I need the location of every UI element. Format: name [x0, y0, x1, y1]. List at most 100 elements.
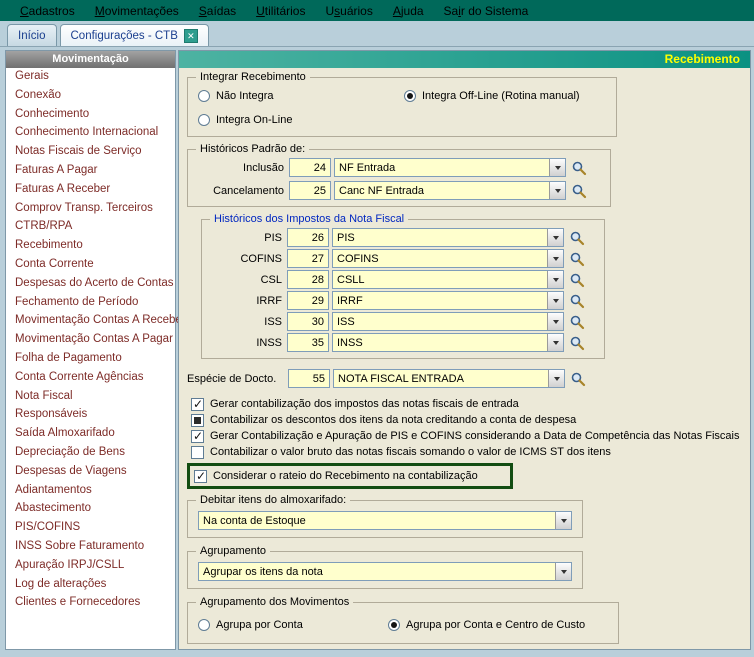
radio-agrupa-por-conta[interactable]: Agrupa por Conta: [198, 619, 388, 631]
search-icon[interactable]: [569, 230, 585, 246]
chevron-down-icon[interactable]: [549, 182, 565, 199]
sidebar-item-abastecimento[interactable]: Abastecimento: [6, 500, 175, 519]
radio-icon: [198, 114, 210, 126]
sidebar-item-ctrb-rpa[interactable]: CTRB/RPA: [6, 218, 175, 237]
csl-combo[interactable]: CSLL: [332, 270, 564, 289]
search-icon[interactable]: [569, 272, 585, 288]
especie-code-field[interactable]: 55: [288, 369, 330, 388]
checkbox-label: Gerar contabilização dos impostos das no…: [210, 398, 519, 410]
agrupamento-combo[interactable]: Agrupar os itens da nota: [198, 562, 572, 581]
field-label: ISS: [264, 315, 282, 328]
sidebar-item-gerais[interactable]: Gerais: [6, 68, 175, 87]
checkbox-icon: [191, 397, 204, 411]
sidebar-item-notas-fiscais-servico[interactable]: Notas Fiscais de Serviço: [6, 143, 175, 162]
menu-saidas[interactable]: Saídas: [189, 2, 246, 20]
checkbox-rateio-recebimento[interactable]: Considerar o rateio do Recebimento na co…: [194, 468, 506, 484]
search-icon[interactable]: [571, 183, 587, 199]
chevron-down-icon[interactable]: [555, 512, 571, 529]
pis-code-field[interactable]: 26: [287, 228, 329, 247]
inss-code-field[interactable]: 35: [287, 333, 329, 352]
field-label: Cancelamento: [213, 184, 284, 197]
sidebar-item-despesas-viagens[interactable]: Despesas de Viagens: [6, 463, 175, 482]
radio-agrupa-conta-centro-custo[interactable]: Agrupa por Conta e Centro de Custo: [388, 619, 585, 631]
menu-bar: Cadastros Movimentações Saídas Utilitári…: [0, 0, 754, 21]
radio-integra-offline[interactable]: Integra Off-Line (Rotina manual): [404, 90, 580, 102]
menu-sair-do-sistema[interactable]: Sair do Sistema: [434, 2, 539, 20]
sidebar-item-faturas-a-receber[interactable]: Faturas A Receber: [6, 181, 175, 200]
search-icon[interactable]: [570, 371, 586, 387]
checkbox-contabilizar-descontos[interactable]: Contabilizar os descontos dos itens da n…: [191, 412, 742, 428]
combo-value: CSLL: [337, 273, 365, 286]
iss-combo[interactable]: ISS: [332, 312, 564, 331]
chevron-down-icon[interactable]: [547, 334, 563, 351]
field-row-especie: Espécie de Docto. 55 NOTA FISCAL ENTRADA: [187, 369, 742, 388]
sidebar-item-clientes-fornecedores[interactable]: Clientes e Fornecedores: [6, 594, 175, 613]
sidebar-item-recebimento[interactable]: Recebimento: [6, 237, 175, 256]
sidebar-item-apuracao-irpj-csll[interactable]: Apuração IRPJ/CSLL: [6, 557, 175, 576]
inclusao-combo[interactable]: NF Entrada: [334, 158, 566, 177]
cofins-code-field[interactable]: 27: [287, 249, 329, 268]
debitar-combo[interactable]: Na conta de Estoque: [198, 511, 572, 530]
sidebar-item-nota-fiscal[interactable]: Nota Fiscal: [6, 388, 175, 407]
checkbox-pis-cofins-competencia[interactable]: Gerar Contabilização e Apuração de PIS e…: [191, 428, 742, 444]
inss-combo[interactable]: INSS: [332, 333, 564, 352]
search-icon[interactable]: [569, 293, 585, 309]
radio-nao-integra[interactable]: Não Integra: [198, 90, 404, 102]
sidebar-item-depreciacao-bens[interactable]: Depreciação de Bens: [6, 444, 175, 463]
chevron-down-icon[interactable]: [547, 250, 563, 267]
group-debitar-almoxarifado: Debitar itens do almoxarifado: Na conta …: [187, 494, 583, 538]
chevron-down-icon[interactable]: [547, 229, 563, 246]
sidebar-item-conta-corrente-agencias[interactable]: Conta Corrente Agências: [6, 369, 175, 388]
menu-ajuda[interactable]: Ajuda: [383, 2, 434, 20]
tab-configuracoes-ctb[interactable]: Configurações - CTB ✕: [59, 24, 209, 46]
combo-value: NF Entrada: [339, 161, 396, 174]
inclusao-code-field[interactable]: 24: [289, 158, 331, 177]
search-icon[interactable]: [569, 314, 585, 330]
chevron-down-icon[interactable]: [555, 563, 571, 580]
close-tab-icon[interactable]: ✕: [183, 28, 198, 43]
menu-utilitarios[interactable]: Utilitários: [246, 2, 315, 20]
sidebar-item-faturas-a-pagar[interactable]: Faturas A Pagar: [6, 162, 175, 181]
cancelamento-combo[interactable]: Canc NF Entrada: [334, 181, 566, 200]
search-icon[interactable]: [569, 335, 585, 351]
sidebar-item-conexao[interactable]: Conexão: [6, 87, 175, 106]
sidebar-item-fechamento-periodo[interactable]: Fechamento de Período: [6, 294, 175, 313]
chevron-down-icon[interactable]: [547, 313, 563, 330]
group-title: Integrar Recebimento: [196, 71, 310, 83]
chevron-down-icon[interactable]: [548, 370, 564, 387]
iss-code-field[interactable]: 30: [287, 312, 329, 331]
sidebar-item-comprov-transp-terceiros[interactable]: Comprov Transp. Terceiros: [6, 200, 175, 219]
sidebar-item-conta-corrente[interactable]: Conta Corrente: [6, 256, 175, 275]
chevron-down-icon[interactable]: [549, 159, 565, 176]
checkbox-gerar-contabilizacao-impostos[interactable]: Gerar contabilização dos impostos das no…: [191, 396, 742, 412]
search-icon[interactable]: [571, 160, 587, 176]
csl-code-field[interactable]: 28: [287, 270, 329, 289]
sidebar-item-inss-sobre-faturamento[interactable]: INSS Sobre Faturamento: [6, 538, 175, 557]
irrf-code-field[interactable]: 29: [287, 291, 329, 310]
sidebar-item-mov-contas-a-pagar[interactable]: Movimentação Contas A Pagar: [6, 331, 175, 350]
chevron-down-icon[interactable]: [547, 271, 563, 288]
chevron-down-icon[interactable]: [547, 292, 563, 309]
sidebar-item-responsaveis[interactable]: Responsáveis: [6, 406, 175, 425]
radio-integra-online[interactable]: Integra On-Line: [198, 114, 404, 126]
sidebar-item-despesas-acerto-contas[interactable]: Despesas do Acerto de Contas: [6, 275, 175, 294]
sidebar-item-mov-contas-a-receber[interactable]: Movimentação Contas A Receber: [6, 312, 186, 331]
pis-combo[interactable]: PIS: [332, 228, 564, 247]
sidebar-item-saida-almoxarifado[interactable]: Saída Almoxarifado: [6, 425, 175, 444]
especie-combo[interactable]: NOTA FISCAL ENTRADA: [333, 369, 565, 388]
checkbox-valor-bruto-icms-st[interactable]: Contabilizar o valor bruto das notas fis…: [191, 444, 742, 460]
menu-usuarios[interactable]: Usuários: [315, 2, 382, 20]
sidebar-item-folha-pagamento[interactable]: Folha de Pagamento: [6, 350, 175, 369]
sidebar-item-conhecimento[interactable]: Conhecimento: [6, 106, 175, 125]
cofins-combo[interactable]: COFINS: [332, 249, 564, 268]
menu-movimentacoes[interactable]: Movimentações: [85, 2, 189, 20]
sidebar-item-conhecimento-internacional[interactable]: Conhecimento Internacional: [6, 124, 175, 143]
sidebar-item-adiantamentos[interactable]: Adiantamentos: [6, 482, 175, 501]
cancelamento-code-field[interactable]: 25: [289, 181, 331, 200]
sidebar-item-pis-cofins[interactable]: PIS/COFINS: [6, 519, 175, 538]
sidebar-item-log-alteracoes[interactable]: Log de alterações: [6, 576, 175, 595]
menu-cadastros[interactable]: Cadastros: [10, 2, 85, 20]
search-icon[interactable]: [569, 251, 585, 267]
irrf-combo[interactable]: IRRF: [332, 291, 564, 310]
tab-inicio[interactable]: Início: [7, 24, 57, 46]
